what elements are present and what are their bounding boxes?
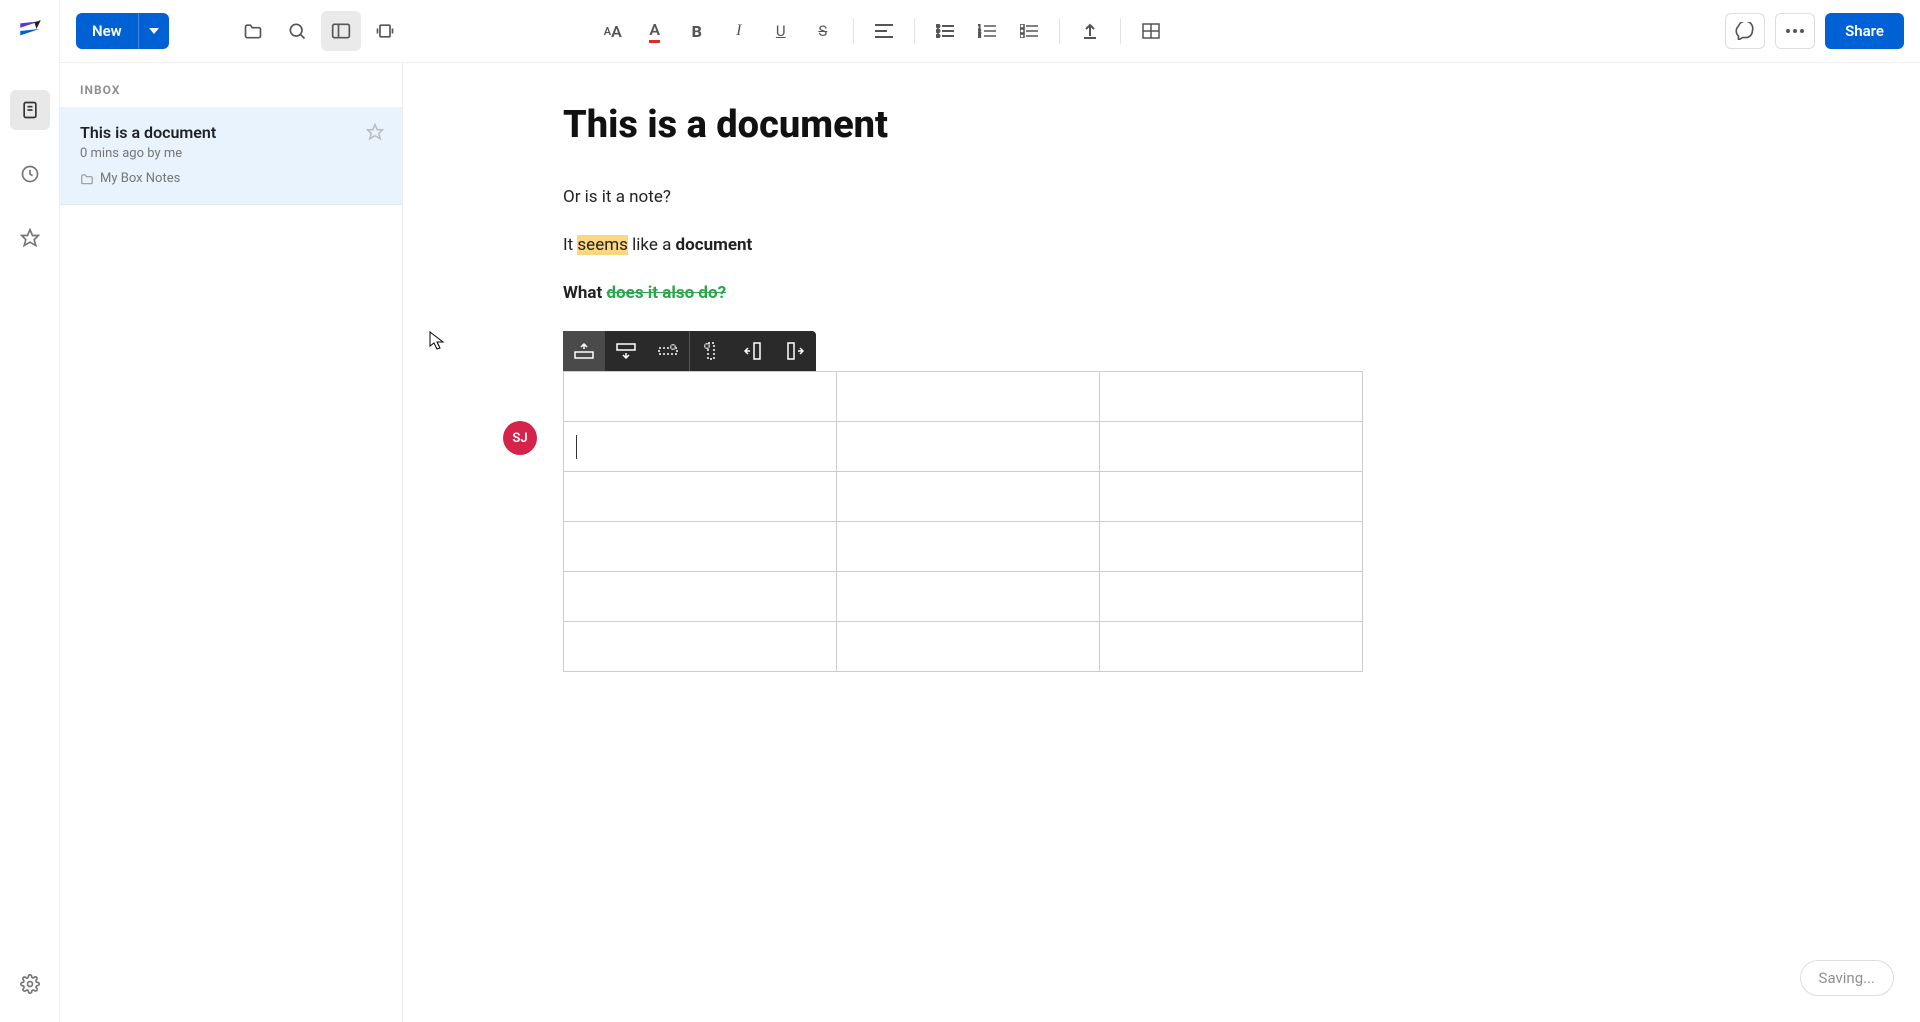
rail-documents-icon[interactable] bbox=[10, 90, 50, 130]
editor-inner: This is a document Or is it a note? It s… bbox=[563, 103, 1403, 672]
table-row bbox=[564, 572, 1363, 622]
note-title: This is a document bbox=[80, 123, 382, 142]
p3-pre: What bbox=[563, 283, 606, 303]
mouse-cursor bbox=[429, 331, 445, 351]
rail-starred-icon[interactable] bbox=[10, 218, 50, 258]
green-strike-text: does it also do? bbox=[606, 283, 726, 303]
bold-text: document bbox=[676, 235, 753, 255]
saving-status: Saving... bbox=[1800, 960, 1894, 996]
table-insert-icon[interactable] bbox=[1131, 11, 1171, 51]
more-icon[interactable] bbox=[1775, 13, 1815, 49]
rail-recent-icon[interactable] bbox=[10, 154, 50, 194]
highlighted-text: seems bbox=[577, 235, 628, 255]
panel-toggle-icon[interactable] bbox=[321, 11, 361, 51]
delete-row-icon[interactable] bbox=[647, 331, 689, 371]
numbered-list-icon[interactable]: 123 bbox=[967, 11, 1007, 51]
note-meta: 0 mins ago by me bbox=[80, 146, 382, 161]
upload-icon[interactable] bbox=[1070, 11, 1110, 51]
format-group: AA A B I U S 123 bbox=[593, 11, 1171, 51]
table-row bbox=[564, 472, 1363, 522]
table-row bbox=[564, 622, 1363, 672]
sidebar-header: INBOX bbox=[60, 63, 402, 107]
note-card[interactable]: This is a document 0 mins ago by me My B… bbox=[60, 107, 402, 205]
left-rail bbox=[0, 0, 60, 1022]
p2-pre: It bbox=[563, 235, 577, 255]
paragraph-3[interactable]: What does it also do? bbox=[563, 283, 1403, 303]
checklist-icon[interactable] bbox=[1009, 11, 1049, 51]
text-cursor bbox=[576, 435, 577, 459]
svg-text:3: 3 bbox=[978, 34, 981, 38]
folder-icon[interactable] bbox=[233, 11, 273, 51]
paragraph-2[interactable]: It seems like a document bbox=[563, 235, 1403, 255]
toolbar-right: Share bbox=[1725, 13, 1904, 49]
editor[interactable]: SJ This is a document Or is it a note? I… bbox=[403, 63, 1920, 1022]
notes-sidebar: INBOX This is a document 0 mins ago by m… bbox=[60, 63, 403, 1022]
new-button-label[interactable]: New bbox=[76, 13, 138, 49]
table-row bbox=[564, 522, 1363, 572]
note-folder-label: My Box Notes bbox=[100, 171, 180, 186]
note-star-icon[interactable] bbox=[366, 123, 384, 141]
document-table[interactable] bbox=[563, 371, 1363, 672]
align-icon[interactable] bbox=[864, 11, 904, 51]
underline-icon[interactable]: U bbox=[761, 11, 801, 51]
folder-small-icon bbox=[80, 173, 94, 185]
italic-icon[interactable]: I bbox=[719, 11, 759, 51]
present-icon[interactable] bbox=[365, 11, 405, 51]
text-color-icon[interactable]: A bbox=[635, 11, 675, 51]
table-toolbar bbox=[563, 331, 816, 371]
top-toolbar: New AA A B I U S bbox=[60, 0, 1920, 63]
table-row bbox=[564, 372, 1363, 422]
new-button-caret[interactable] bbox=[138, 13, 169, 49]
share-button[interactable]: Share bbox=[1825, 13, 1904, 49]
document-title[interactable]: This is a document bbox=[563, 103, 1403, 147]
insert-column-right-icon[interactable] bbox=[774, 331, 816, 371]
user-avatar: SJ bbox=[503, 421, 537, 455]
insert-row-above-icon[interactable] bbox=[563, 331, 605, 371]
insert-column-left-icon[interactable] bbox=[732, 331, 774, 371]
font-size-icon[interactable]: AA bbox=[593, 11, 633, 51]
p2-mid: like a bbox=[628, 235, 676, 255]
insert-row-below-icon[interactable] bbox=[605, 331, 647, 371]
paragraph-1[interactable]: Or is it a note? bbox=[563, 187, 1403, 207]
main-column: New AA A B I U S bbox=[60, 0, 1920, 1022]
table-row bbox=[564, 422, 1363, 472]
note-folder: My Box Notes bbox=[80, 171, 382, 186]
bullet-list-icon[interactable] bbox=[925, 11, 965, 51]
strikethrough-icon[interactable]: S bbox=[803, 11, 843, 51]
comment-icon[interactable] bbox=[1725, 13, 1765, 49]
rail-settings-icon[interactable] bbox=[10, 964, 50, 1004]
bold-icon[interactable]: B bbox=[677, 11, 717, 51]
new-button[interactable]: New bbox=[76, 13, 169, 49]
app-logo bbox=[17, 18, 43, 44]
search-icon[interactable] bbox=[277, 11, 317, 51]
delete-column-icon[interactable] bbox=[690, 331, 732, 371]
content-area: INBOX This is a document 0 mins ago by m… bbox=[60, 63, 1920, 1022]
